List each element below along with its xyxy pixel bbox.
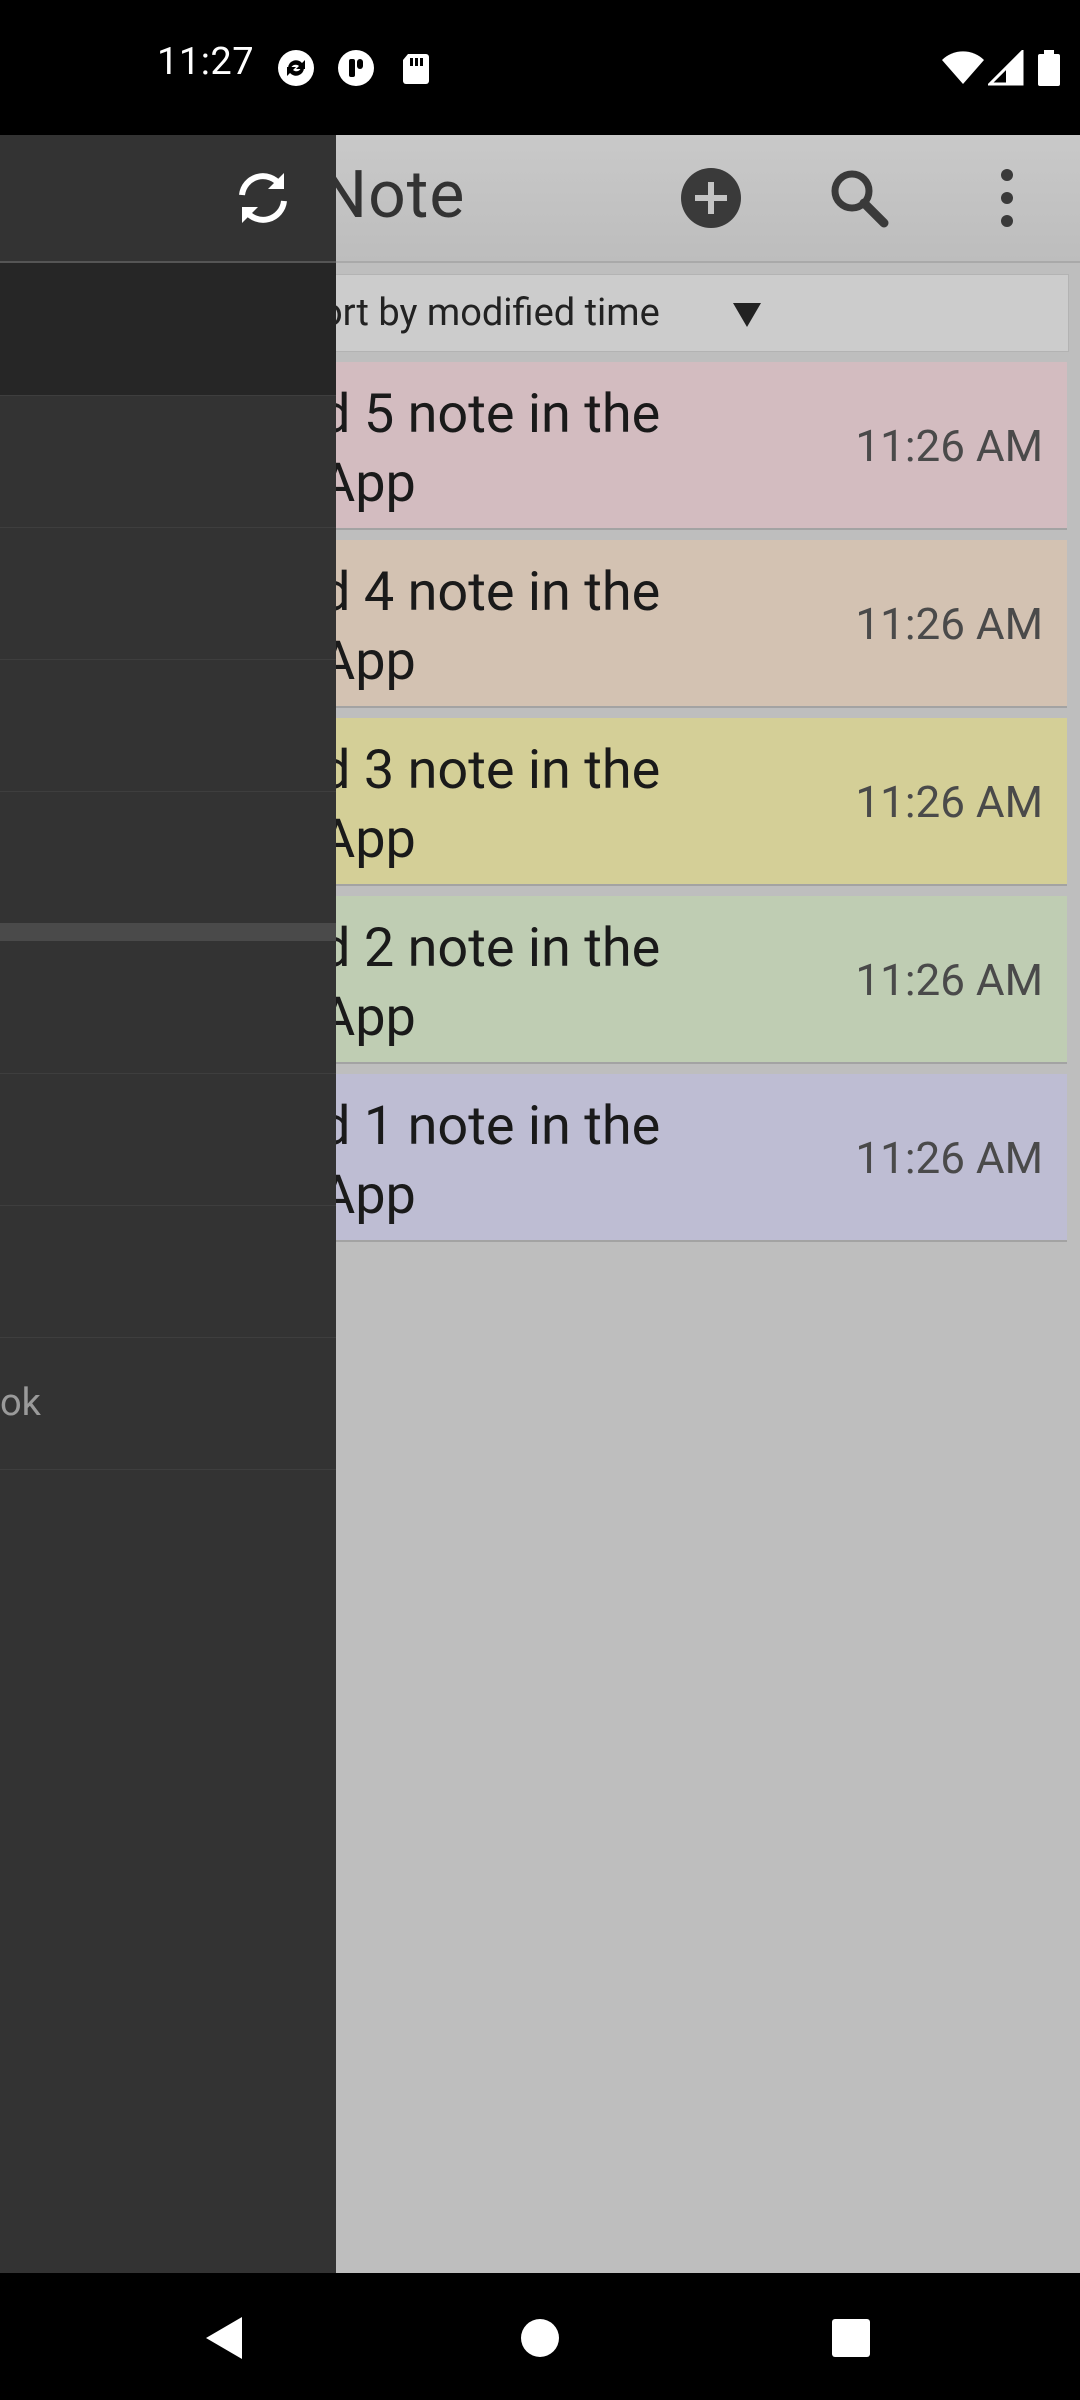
app-status-icon	[338, 50, 374, 86]
sd-card-icon	[403, 54, 429, 84]
note-title: d 1 note in the App	[320, 1095, 661, 1227]
drawer-item[interactable]	[0, 395, 336, 528]
battery-icon	[1038, 50, 1060, 86]
status-time: 11:27	[157, 40, 255, 84]
status-bar: 11:27	[0, 0, 1080, 135]
home-icon[interactable]	[515, 2313, 565, 2363]
note-title: d 3 note in the App	[320, 739, 661, 871]
overflow-menu-icon[interactable]	[974, 165, 1040, 231]
app-title: Note	[320, 157, 466, 234]
drawer-item[interactable]	[0, 1073, 336, 1206]
drawer-item[interactable]	[0, 659, 336, 792]
note-item[interactable]: d 5 note in the App 11:26 AM	[300, 362, 1067, 530]
note-item[interactable]: d 4 note in the App 11:26 AM	[300, 540, 1067, 708]
dropdown-caret-icon	[733, 303, 761, 327]
sync-icon[interactable]	[230, 165, 296, 231]
note-item[interactable]: d 1 note in the App 11:26 AM	[300, 1074, 1067, 1242]
drawer-item[interactable]	[0, 527, 336, 660]
note-title: d 4 note in the App	[320, 561, 661, 693]
search-icon[interactable]	[826, 165, 892, 231]
drawer-item-label: ok	[0, 1381, 41, 1425]
sort-dropdown[interactable]: ort by modified time	[300, 274, 1069, 352]
back-icon[interactable]	[200, 2313, 250, 2363]
navigation-drawer: ok	[0, 135, 336, 2273]
note-time: 11:26 AM	[855, 420, 1043, 472]
wifi-icon	[942, 51, 984, 84]
add-note-icon[interactable]	[678, 165, 744, 231]
note-time: 11:26 AM	[855, 1132, 1043, 1184]
note-item[interactable]: d 3 note in the App 11:26 AM	[300, 718, 1067, 886]
drawer-item-notebook[interactable]: ok	[0, 1337, 336, 1470]
note-time: 11:26 AM	[855, 954, 1043, 1006]
note-item[interactable]: d 2 note in the App 11:26 AM	[300, 896, 1067, 1064]
drawer-divider	[0, 923, 336, 941]
note-title: d 5 note in the App	[320, 383, 661, 515]
system-nav-bar	[0, 2273, 1080, 2400]
drawer-item[interactable]	[0, 1205, 336, 1338]
signal-icon	[988, 50, 1024, 86]
drawer-header	[0, 135, 336, 263]
note-title: d 2 note in the App	[320, 917, 661, 1049]
drawer-item[interactable]	[0, 263, 336, 396]
note-time: 11:26 AM	[855, 776, 1043, 828]
drawer-item[interactable]	[0, 941, 336, 1074]
sync-status-icon	[278, 50, 314, 86]
note-time: 11:26 AM	[855, 598, 1043, 650]
sort-label: ort by modified time	[321, 291, 660, 335]
recents-icon[interactable]	[826, 2313, 876, 2363]
